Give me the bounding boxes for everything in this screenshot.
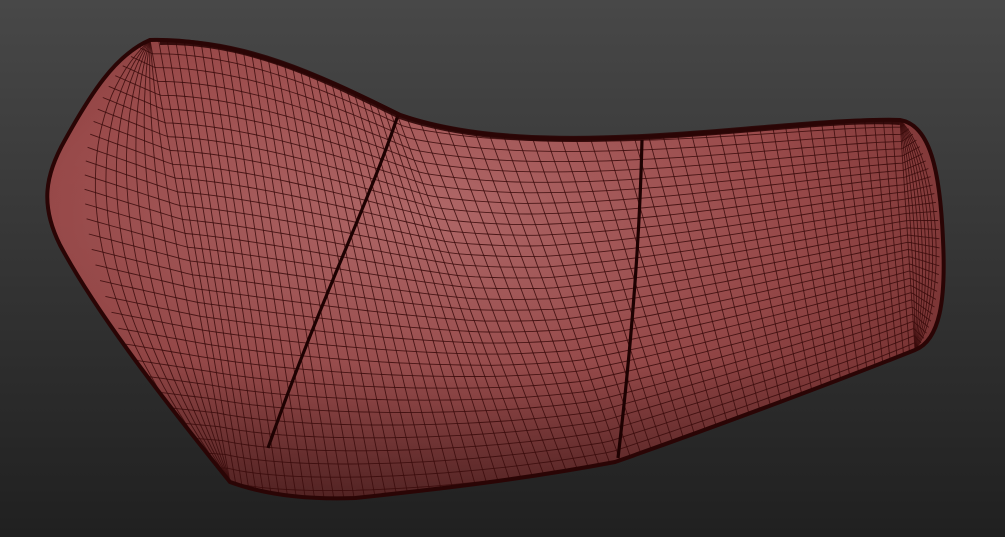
viewport-canvas[interactable] xyxy=(0,0,1005,537)
3d-viewport[interactable] xyxy=(0,0,1005,537)
